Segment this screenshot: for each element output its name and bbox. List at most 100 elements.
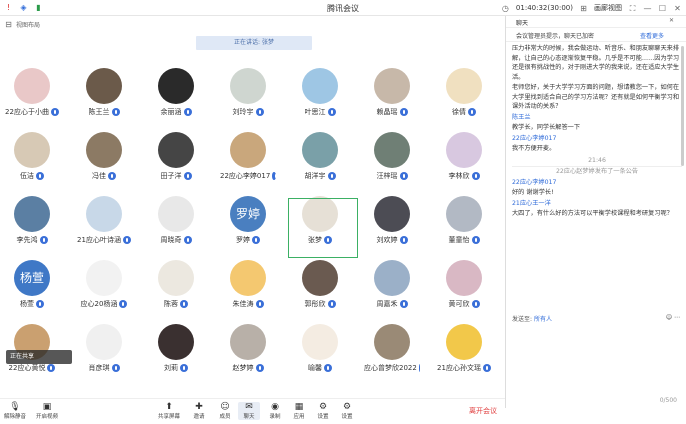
avatar	[374, 196, 410, 232]
participant-tile[interactable]: 赵梦婷	[220, 324, 276, 380]
timer-icon: ◷	[501, 3, 509, 13]
chat-message: 压力非常大的时候，我会做运动、听音乐、和朋友聊聊天来排解，让自己的心态逐渐恢复平…	[512, 45, 680, 81]
settings-button[interactable]: ⚙ 设置	[312, 402, 334, 420]
participant-tile[interactable]: 冯佳	[76, 132, 132, 188]
participant-tile[interactable]: 周晓奇	[148, 196, 204, 252]
participant-tile[interactable]: 陈王兰	[76, 68, 132, 124]
participant-name-row: 李林欣	[436, 171, 492, 181]
share-screen-icon: ⬆	[165, 402, 173, 412]
mic-icon	[108, 172, 116, 180]
participant-tile[interactable]: 汪梓瑶	[364, 132, 420, 188]
participant-tile[interactable]: 余丽涵	[148, 68, 204, 124]
participant-tile[interactable]: 刘玲宇	[220, 68, 276, 124]
close-icon[interactable]: ✕	[669, 17, 674, 24]
participant-tile[interactable]: 刘欢婷	[364, 196, 420, 252]
participant-tile[interactable]: 朱佳涛	[220, 260, 276, 316]
participant-tile[interactable]: 田子洋	[148, 132, 204, 188]
participant-tile[interactable]: 22应心李婷017	[220, 132, 277, 188]
participant-name: 汪梓瑶	[376, 172, 398, 180]
participant-tile[interactable]: 应心20杨涵	[76, 260, 132, 316]
participant-tile[interactable]: 罗婷 罗婷	[220, 196, 276, 252]
participant-tile[interactable]: 陈蓉	[148, 260, 204, 316]
invite-button[interactable]: ✚ 邀请	[188, 402, 210, 420]
participant-tile[interactable]: 周嘉禾	[364, 260, 420, 316]
video-button[interactable]: ▣ 开启视频	[36, 402, 58, 420]
mic-icon	[399, 300, 408, 308]
participant-tile[interactable]: 21应心孙文瑶	[436, 324, 492, 380]
avatar	[86, 324, 122, 360]
participant-name-row: 朱佳涛	[220, 299, 276, 309]
participant-tile[interactable]: 郭彤欣	[292, 260, 348, 316]
participant-name: 22应心黄悦	[8, 364, 46, 372]
mic-icon	[47, 364, 56, 372]
participant-name-row: 21应心叶诗涵	[76, 235, 132, 245]
participant-name: 应心曾梦欣2022	[364, 364, 417, 372]
share-screen-button[interactable]: ⬆ 共享屏幕	[158, 402, 180, 420]
mic-icon	[183, 108, 192, 116]
mic-icon	[111, 364, 120, 372]
fullscreen-icon[interactable]: ⛶	[628, 4, 637, 13]
chat-message: 老师您好，关于大学学习方面的问题，想请教您一下，如何在大学里找到适合自己的学习方…	[512, 84, 680, 110]
participant-tile[interactable]: 黄可欣	[436, 260, 492, 316]
members-button[interactable]: ☺ 成员	[214, 402, 236, 420]
participant-name-row: 罗婷	[220, 235, 276, 245]
send-to-select[interactable]: 所有人	[534, 316, 552, 323]
avatar	[86, 132, 122, 168]
mic-icon	[36, 172, 44, 180]
bottom-toolbar: 🎙 解除静音 ▣ 开启视频 ⬆ 共享屏幕 ✚ 邀请 ☺ 成员 ✉ 聊天 ◉ 录制 ▦ 应用 ⚙ 设…	[0, 398, 505, 424]
participant-tile[interactable]: 刘莉	[148, 324, 204, 380]
participant-tile[interactable]: 应心曾梦欣2022	[364, 324, 425, 380]
settings-extra-button[interactable]: ⚙ 设置	[336, 402, 358, 420]
view-mode-button[interactable]: 画廊视图	[594, 3, 622, 13]
meeting-time: 01:40:32(30:00)	[515, 4, 573, 12]
close-icon[interactable]: ✕	[673, 4, 682, 13]
share-indicator[interactable]: 正在共享	[6, 350, 72, 364]
chat-input[interactable]: 0/500	[506, 324, 686, 408]
participant-tile[interactable]: 杨萱 杨萱	[4, 260, 60, 316]
avatar	[446, 260, 482, 296]
grid-icon[interactable]: ⊞	[579, 4, 588, 13]
scrollbar[interactable]	[681, 46, 684, 166]
participant-name: 22应心李婷017	[220, 172, 271, 180]
settings-icon: ⚙	[318, 402, 328, 412]
chat-message: 教学长，同学长解答一下	[512, 124, 581, 131]
participant-name: 赵梦婷	[232, 364, 254, 372]
mic-icon	[418, 364, 425, 372]
participant-tile[interactable]: 李林欣	[436, 132, 492, 188]
title-bar: ! ◈ ▮ 腾讯会议 ◷ 01:40:32(30:00) ⊞ 画廊视图 ⛶ — …	[0, 0, 686, 16]
participant-tile[interactable]: 董童怡	[436, 196, 492, 252]
participant-name-row: 胡洋宇	[292, 171, 348, 181]
participant-name: 22应心于小曲	[5, 108, 49, 116]
minimize-icon[interactable]: —	[643, 4, 652, 13]
participant-name-row: 22应心于小曲	[4, 107, 60, 117]
emoji-icon[interactable]: ☺ ⋯	[666, 314, 680, 321]
participant-name-row: 叶思江	[292, 107, 348, 117]
participant-name: 杨萱	[20, 300, 34, 308]
mic-icon	[399, 172, 408, 180]
participant-name-row: 陈蓉	[148, 299, 204, 309]
participant-tile[interactable]: 伍洁	[4, 132, 60, 188]
participant-name-row: 应心20杨涵	[76, 299, 132, 309]
participant-tile[interactable]: 叶思江	[292, 68, 348, 124]
participant-tile[interactable]: 22应心于小曲	[4, 68, 60, 124]
chat-button[interactable]: ✉ 聊天	[238, 402, 260, 420]
participant-name-row: 陈王兰	[76, 107, 132, 117]
layout-control[interactable]: ⊟ 视图布局	[4, 20, 40, 29]
participant-tile[interactable]: 喻馨	[292, 324, 348, 380]
avatar	[230, 132, 266, 168]
notice-link[interactable]: 查看更多	[640, 31, 664, 40]
participant-tile[interactable]: 李先鸿	[4, 196, 60, 252]
participant-tile[interactable]: 赖晶瑶	[364, 68, 420, 124]
participant-tile[interactable]: 21应心叶诗涵	[76, 196, 132, 252]
participant-tile[interactable]: 胡洋宇	[292, 132, 348, 188]
apps-button[interactable]: ▦ 应用	[288, 402, 310, 420]
record-button[interactable]: ◉ 录制	[264, 402, 286, 420]
participant-name-row: 李先鸿	[4, 235, 60, 245]
mute-button[interactable]: 🎙 解除静音	[4, 402, 26, 420]
participant-tile[interactable]: 肖彦琪	[76, 324, 132, 380]
participant-name-row: 应心曾梦欣2022	[364, 363, 425, 373]
participant-name: 徐倩	[452, 108, 466, 116]
participant-tile[interactable]: 徐倩	[436, 68, 492, 124]
avatar	[446, 196, 482, 232]
maximize-icon[interactable]: ☐	[658, 4, 667, 13]
